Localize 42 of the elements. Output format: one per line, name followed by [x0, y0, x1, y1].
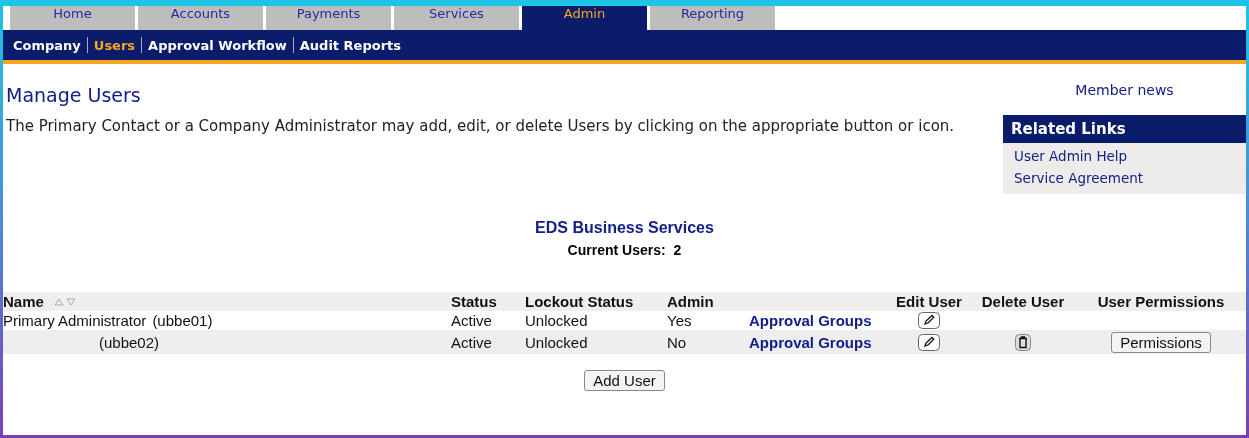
approval-groups-link[interactable]: Approval Groups [749, 312, 872, 329]
related-link[interactable]: User Admin Help [1014, 148, 1128, 164]
column-header: Delete User [981, 293, 1065, 310]
trash-icon[interactable] [1015, 333, 1031, 351]
related-links-header: Related Links [1003, 115, 1246, 143]
nav-tab[interactable]: Admin [522, 6, 647, 30]
column-header: Admin [667, 293, 714, 310]
nav-tab[interactable]: Payments [266, 6, 391, 30]
current-users-label: Current Users: [567, 242, 666, 258]
column-header: Name [3, 293, 44, 310]
column-header: Lockout Status [525, 293, 634, 310]
subnav-link[interactable]: Users [93, 37, 136, 53]
table-cell: (ubbe02) [99, 333, 160, 351]
nav-tab[interactable]: Accounts [138, 6, 263, 30]
nav-tab[interactable]: Services [394, 6, 519, 30]
column-header: User Permissions [1097, 293, 1225, 310]
table-cell: Primary Administrator [3, 312, 147, 329]
subnav-link[interactable]: Approval Workflow [148, 37, 287, 53]
table-cell: Unlocked [525, 333, 588, 351]
approval-groups-link[interactable]: Approval Groups [749, 333, 872, 351]
permissions-button[interactable]: Permissions [1111, 331, 1211, 353]
page-title: Manage Users [6, 84, 142, 106]
subnav-link[interactable]: Company [13, 37, 81, 53]
column-header: Status [451, 293, 497, 310]
description-text: The Primary Contact or a Company Administrator may add, edit, or delete Users by clicking on the appropriate button or icon. [6, 118, 956, 135]
add-user-button[interactable]: Add User [584, 370, 665, 391]
table-cell: (ubbe01) [152, 312, 213, 329]
company-name: EDS Business Services [535, 219, 714, 237]
edit-icon[interactable] [918, 312, 940, 329]
subnav-link[interactable]: Audit Reports [299, 37, 402, 53]
table-cell: Active [451, 312, 492, 329]
member-news-link[interactable]: Member news [1075, 82, 1174, 98]
column-header: Edit User [896, 293, 962, 310]
related-link[interactable]: Service Agreement [1014, 170, 1144, 186]
current-users-count: 2 [673, 242, 682, 258]
table-cell: Active [451, 333, 492, 351]
table-cell: Yes [667, 312, 692, 329]
table-cell: No [667, 333, 687, 351]
edit-icon[interactable] [918, 333, 940, 351]
nav-tab[interactable]: Home [10, 6, 135, 30]
nav-tab[interactable]: Reporting [650, 6, 775, 30]
table-cell: Unlocked [525, 312, 588, 329]
